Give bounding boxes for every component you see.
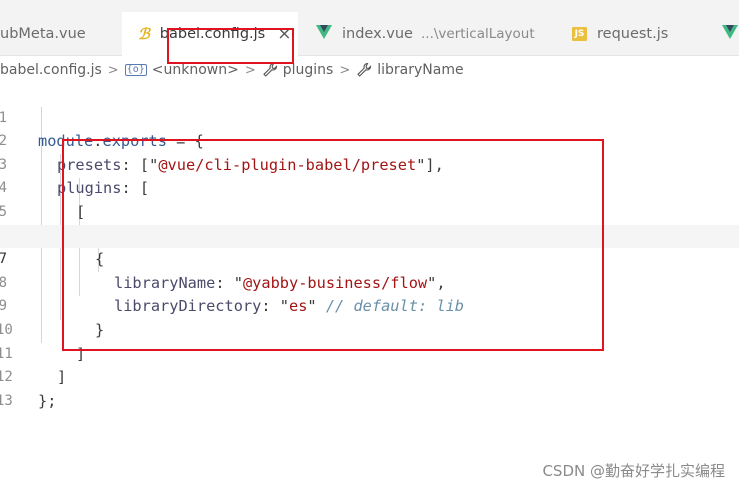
code-line: 2 presets: ["@vue/cli-plugin-babel/prese… — [0, 107, 739, 174]
chevron-right-icon: > — [107, 62, 119, 78]
code-line: 1 module.exports = { — [0, 83, 739, 151]
tab-overflow-vue[interactable] — [706, 12, 739, 56]
wrench-icon — [356, 62, 372, 78]
tab-index-vue[interactable]: index.vue ...\verticalLayout — [298, 12, 556, 56]
js-file-icon: JS — [572, 27, 587, 41]
breadcrumb-file[interactable]: babel.config.js — [0, 62, 102, 78]
vue-icon — [316, 25, 332, 43]
breadcrumb: babel.config.js > {o} <unknown> > plugin… — [0, 58, 739, 82]
tab-label: index.vue — [342, 26, 413, 42]
highlight-box-tab — [167, 28, 294, 64]
breadcrumb-item-unknown[interactable]: <unknown> — [152, 62, 239, 78]
breadcrumb-item-plugins[interactable]: plugins — [283, 62, 334, 78]
object-icon: {o} — [124, 64, 147, 76]
tab-label: request.js — [597, 26, 669, 42]
chevron-right-icon: > — [339, 62, 351, 78]
chevron-right-icon: > — [244, 62, 256, 78]
editor-tab-bar: ubMeta.vue ℬ babel.config.js × index.vue… — [0, 0, 739, 56]
wrench-icon — [262, 62, 278, 78]
babel-js-icon: ℬ — [138, 25, 150, 43]
tab-submeta-vue[interactable]: ubMeta.vue — [0, 12, 122, 56]
code-line: 13 — [0, 366, 739, 409]
token: }; — [38, 391, 57, 410]
vue-icon — [722, 25, 738, 43]
tab-label: ubMeta.vue — [0, 26, 86, 42]
watermark: CSDN @勤奋好学扎实编程 — [542, 462, 725, 480]
line-number: 13 — [0, 392, 13, 409]
highlight-box-plugins — [62, 139, 604, 351]
breadcrumb-item-libraryname[interactable]: libraryName — [377, 62, 463, 78]
tab-request-js[interactable]: JS request.js — [556, 12, 706, 56]
tab-description: ...\verticalLayout — [420, 26, 535, 42]
